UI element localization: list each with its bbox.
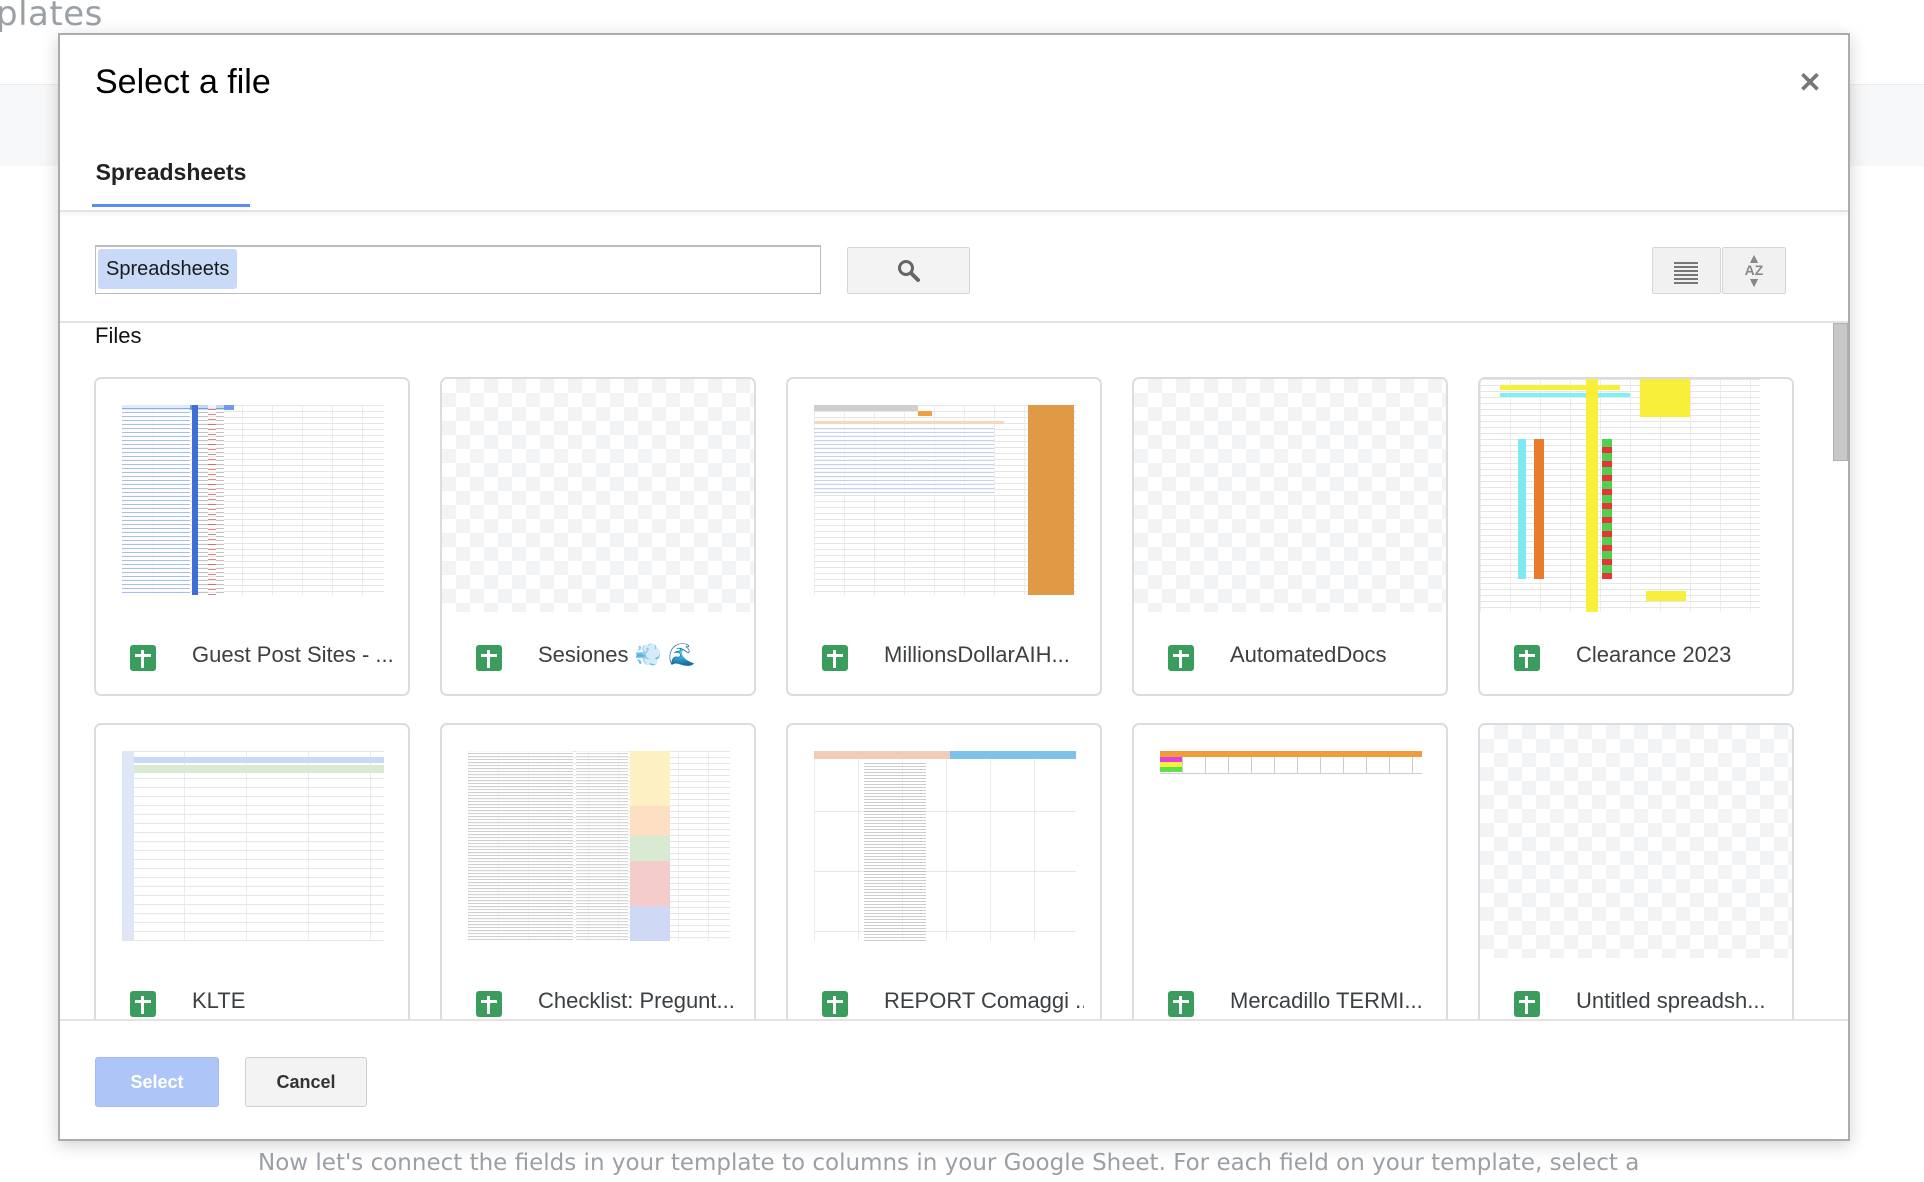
sheets-icon [476,645,502,671]
file-card[interactable]: REPORT Comaggi ... [786,723,1102,1019]
file-card[interactable]: AutomatedDocs [1132,377,1448,696]
scrollbar[interactable] [1833,323,1848,1019]
list-view-icon [1674,262,1698,286]
sheet-preview [1480,379,1760,612]
tab-label: Spreadsheets [95,159,247,185]
files-section-label: Files [95,323,142,348]
close-button[interactable]: ✕ [1794,67,1826,99]
active-tab-indicator [92,204,250,207]
file-card[interactable]: Clearance 2023 [1478,377,1794,696]
file-name: MillionsDollarAIH... [884,642,1070,667]
sheet-preview [1160,751,1422,941]
file-name: Clearance 2023 [1576,642,1732,667]
file-name: Mercadillo TERMI... [1230,988,1423,1013]
cancel-button[interactable]: Cancel [245,1057,367,1107]
file-thumbnail [1480,379,1792,612]
file-card[interactable]: KLTE [94,723,410,1019]
sheet-preview [122,751,384,941]
background-page-heading: plates [0,0,103,34]
file-card[interactable]: MillionsDollarAIH... [786,377,1102,696]
close-icon: ✕ [1798,67,1822,98]
file-picker-dialog: Select a file ✕ Spreadsheets Spreadsheet… [58,33,1850,1141]
sheets-icon [1514,645,1540,671]
file-card[interactable]: Untitled spreadsh... [1478,723,1794,1019]
file-grid: Files Guest Post Sites - ... Sesiones 💨 … [60,323,1836,1019]
sheets-icon [130,645,156,671]
file-card[interactable]: Sesiones 💨 🌊 [440,377,756,696]
select-button[interactable]: Select [95,1057,219,1107]
file-name: Sesiones 💨 🌊 [538,642,696,667]
file-name: Untitled spreadsh... [1576,988,1766,1013]
sheet-preview [468,751,730,941]
file-thumbnail [96,379,408,612]
sort-az-icon: ▲ AZ ▼ [1744,250,1764,290]
search-filter-chip[interactable]: Spreadsheets [98,249,238,289]
file-thumbnail-empty [442,379,754,612]
search-button[interactable] [847,247,970,294]
sheets-icon [822,991,848,1017]
sheet-preview [122,405,384,595]
file-card[interactable]: Checklist: Pregunt... [440,723,756,1019]
file-name: AutomatedDocs [1230,642,1387,667]
file-name: KLTE [192,988,246,1013]
file-thumbnail [96,725,408,958]
search-icon [898,260,920,282]
background-instruction-text: Now let's connect the fields in your tem… [258,1150,1640,1176]
sheet-preview [814,751,1076,941]
file-name: REPORT Comaggi ... [884,988,1084,1013]
file-thumbnail-empty [1134,379,1446,612]
sheets-icon [822,645,848,671]
sheets-icon [1514,991,1540,1017]
sheets-icon [476,991,502,1017]
sheets-icon [1168,645,1194,671]
file-card[interactable]: Guest Post Sites - ... [94,377,410,696]
footer-divider [60,1019,1848,1021]
sheet-preview [814,405,1076,595]
tabs-divider [60,210,1848,212]
file-card[interactable]: Mercadillo TERMI... [1132,723,1448,1019]
sheets-icon [130,991,156,1017]
file-thumbnail [1134,725,1446,958]
file-thumbnail [788,725,1100,958]
dialog-title: Select a file [95,63,271,101]
file-thumbnail-empty [1480,725,1792,958]
tab-spreadsheets[interactable]: Spreadsheets [92,151,250,207]
sheets-icon [1168,991,1194,1017]
sort-button[interactable]: ▲ AZ ▼ [1722,247,1786,294]
file-name: Guest Post Sites - ... [192,642,392,667]
file-thumbnail [442,725,754,958]
file-thumbnail [788,379,1100,612]
file-name: Checklist: Pregunt... [538,988,735,1013]
search-input[interactable]: Spreadsheets [95,245,821,294]
scrollbar-thumb[interactable] [1833,323,1848,461]
list-view-button[interactable] [1652,247,1721,294]
